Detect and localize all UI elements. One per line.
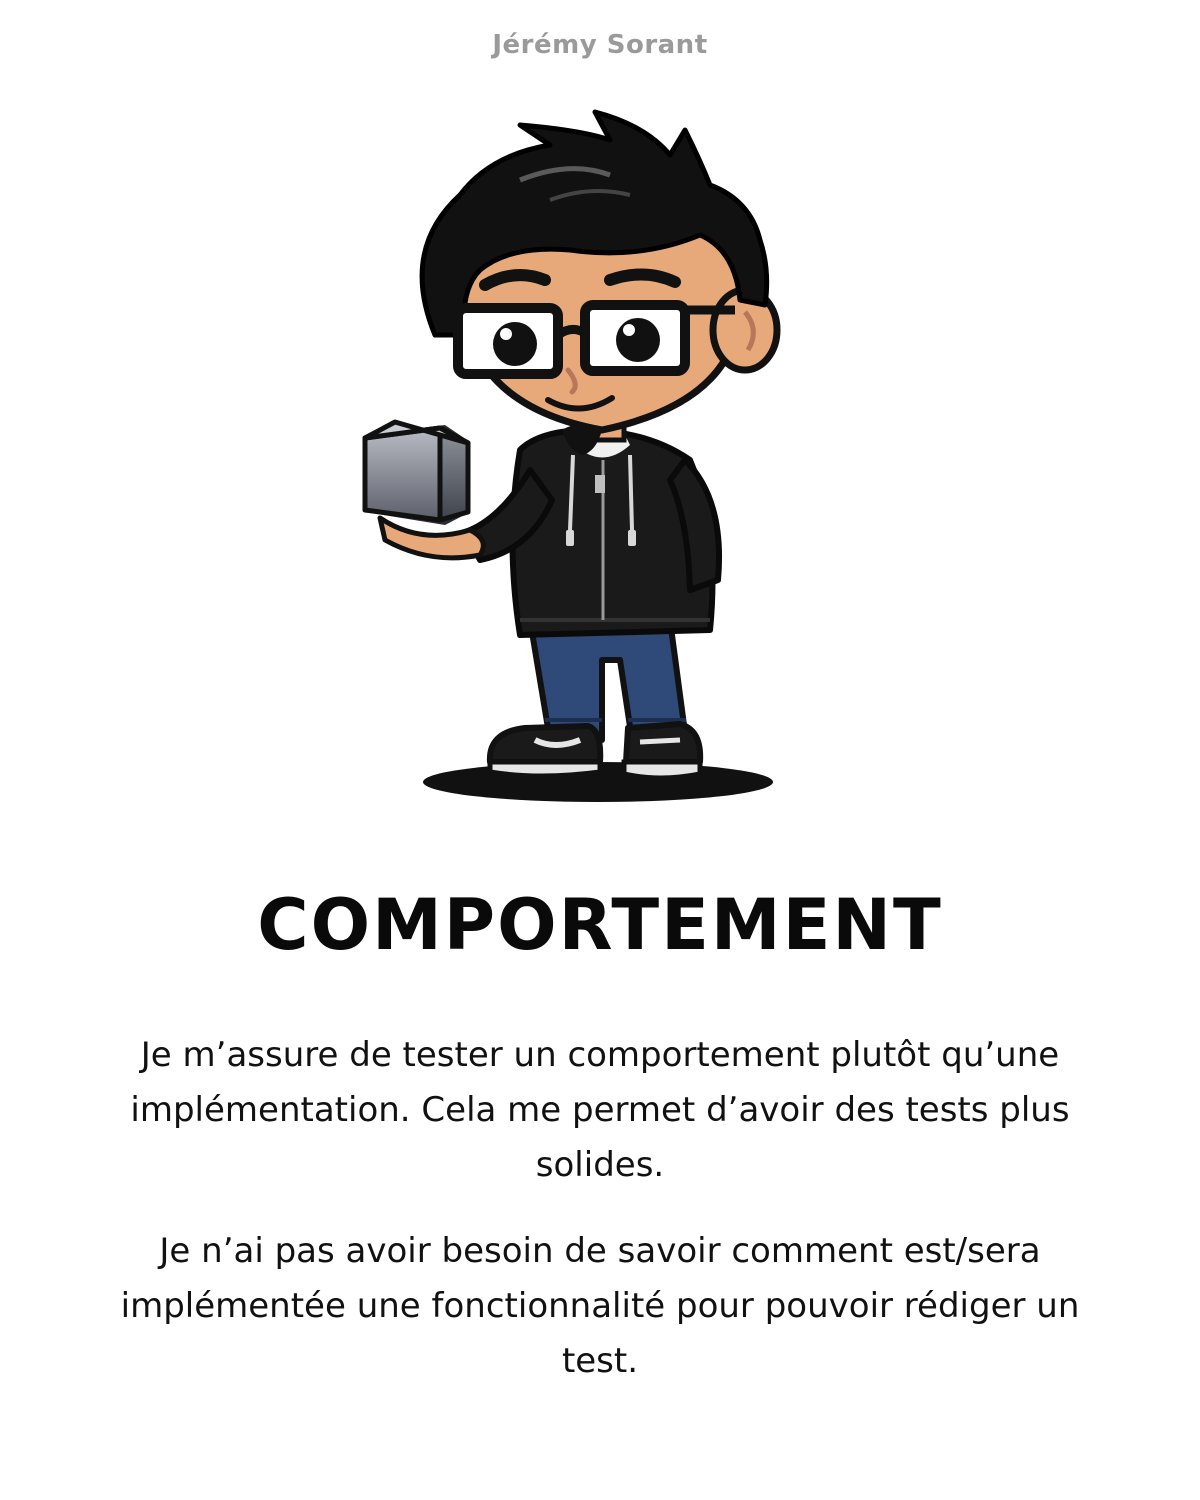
left-hand	[377, 515, 486, 561]
paragraph-behavior: Je m’assure de tester un comportement pl…	[130, 1035, 1070, 1185]
page-title: COMPORTEMENT	[257, 884, 943, 966]
author-name: Jérémy Sorant	[492, 30, 708, 60]
cube	[362, 419, 471, 525]
paragraph-implementation: Je n’ai pas avoir besoin de savoir comme…	[120, 1231, 1080, 1381]
developer-illustration	[340, 100, 800, 820]
